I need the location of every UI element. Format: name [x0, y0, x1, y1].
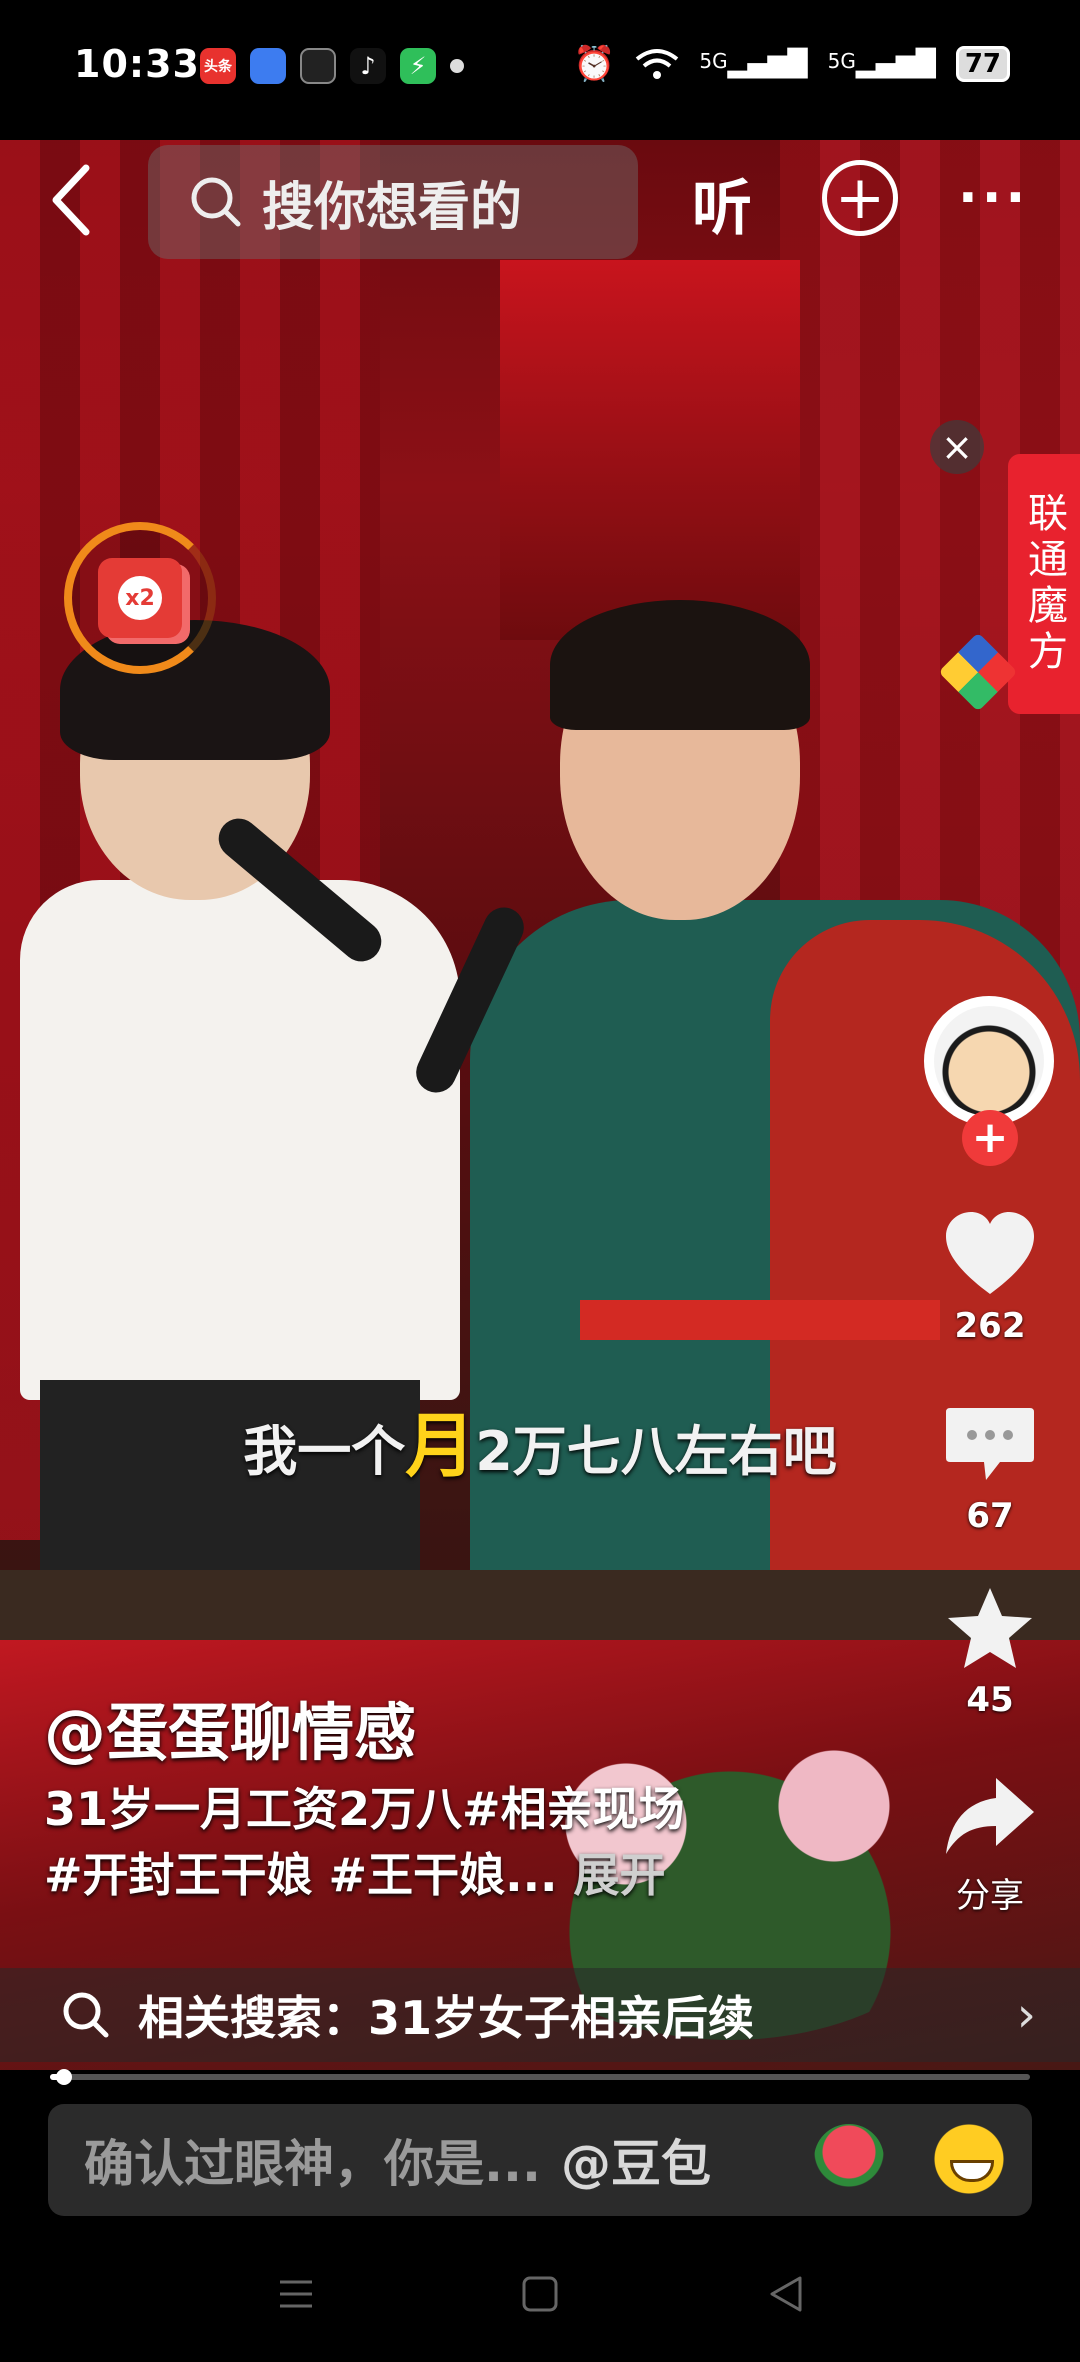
- publish-button[interactable]: +: [822, 160, 898, 236]
- red-envelope-icon: x2: [98, 558, 182, 638]
- heart-icon: [946, 1212, 1034, 1294]
- related-search-text: 相关搜索：31岁女子相亲后续: [138, 1991, 755, 2045]
- video-person-left: [20, 620, 480, 1720]
- share-arrow-icon: [946, 1778, 1034, 1854]
- status-time: 10:33: [74, 42, 200, 86]
- like-button[interactable]: 262: [926, 1210, 1054, 1346]
- search-placeholder: 搜你想看的: [262, 177, 523, 238]
- comment-count: 67: [966, 1496, 1014, 1536]
- video-subtitle: 我一个月2万七八左右吧: [243, 1405, 837, 1487]
- share-button[interactable]: 分享: [926, 1772, 1054, 1917]
- status-indicators: ⏰ 5G▂▄▆█ 5G▂▄▆█ 77: [573, 44, 1010, 84]
- tiktok-icon: ♪: [350, 48, 386, 84]
- signal-2-icon: 5G▂▄▆█: [827, 49, 936, 79]
- progress-knob[interactable]: [56, 2069, 72, 2085]
- grin-emoji-icon[interactable]: [934, 2124, 1004, 2194]
- related-search-bar[interactable]: 相关搜索：31岁女子相亲后续 ›: [0, 1968, 1080, 2062]
- subtitle-highlight: 月: [405, 1405, 476, 1487]
- search-input[interactable]: 搜你想看的: [148, 145, 638, 259]
- author-name[interactable]: @蛋蛋聊情感: [44, 1682, 416, 1772]
- toutiao-icon: 头条: [200, 48, 236, 84]
- stage-backdrop: [500, 260, 800, 640]
- multiplier-badge: x2: [118, 576, 162, 620]
- avatar-image: [934, 1006, 1044, 1116]
- rose-emoji-icon[interactable]: [814, 2124, 884, 2194]
- comment-placeholder: 确认过眼神，你是...: [84, 2135, 541, 2193]
- stage-railing: [0, 1570, 1080, 1640]
- star-icon: [948, 1588, 1032, 1668]
- status-app-icons: 头条 ♪ ⚡: [200, 48, 464, 84]
- security-icon: ⚡: [400, 48, 436, 84]
- search-icon: [63, 1992, 109, 2038]
- video-caption[interactable]: 31岁一月工资2万八#相亲现场 #开封王干娘 #王干娘... 展开: [44, 1776, 864, 1908]
- plus-icon: +: [971, 1112, 1009, 1163]
- system-nav-bar: [0, 2240, 1080, 2362]
- caption-line-2: #开封王干娘 #王干娘...: [44, 1848, 558, 1902]
- close-icon: ×: [941, 425, 973, 469]
- battery-indicator: 77: [955, 46, 1010, 82]
- signal-1-icon: 5G▂▄▆█: [699, 49, 808, 79]
- listen-button[interactable]: 听: [692, 160, 752, 247]
- comment-input[interactable]: 确认过眼神，你是... @豆包: [48, 2104, 1032, 2216]
- video-progress-bar[interactable]: [50, 2069, 1030, 2085]
- search-icon: [191, 177, 241, 227]
- chevron-left-icon: [52, 164, 90, 236]
- status-bar: 10:33 头条 ♪ ⚡ ⏰ 5G▂▄▆█ 5G▂▄▆█ 77: [0, 0, 1080, 140]
- ad-label: 联通魔方: [1021, 492, 1067, 676]
- ad-banner[interactable]: 联通魔方: [1008, 454, 1080, 714]
- ellipsis-icon: ···: [958, 168, 1030, 228]
- wifi-icon: [636, 49, 679, 79]
- more-notifications-dot: [450, 59, 464, 73]
- share-label: 分享: [956, 1876, 1024, 1916]
- back-button[interactable]: [44, 160, 104, 240]
- favorite-button[interactable]: 45: [926, 1584, 1054, 1720]
- chevron-right-icon: ›: [1016, 1987, 1036, 2043]
- home-square-icon[interactable]: [520, 2274, 560, 2314]
- author-avatar[interactable]: [924, 996, 1054, 1126]
- ad-close-button[interactable]: ×: [930, 420, 984, 474]
- back-triangle-icon[interactable]: [766, 2274, 806, 2314]
- caption-line-1: 31岁一月工资2万八#相亲现场: [44, 1782, 685, 1836]
- red-packet-timer[interactable]: x2: [64, 522, 216, 674]
- like-count: 262: [954, 1306, 1026, 1346]
- menu-icon[interactable]: [276, 2274, 316, 2314]
- favorite-count: 45: [966, 1680, 1014, 1720]
- mention-doubao[interactable]: @豆包: [561, 2124, 711, 2196]
- app-blue-icon: [250, 48, 286, 84]
- plus-icon: +: [834, 163, 886, 233]
- follow-button[interactable]: +: [962, 1110, 1018, 1166]
- more-options-button[interactable]: ···: [958, 168, 1029, 228]
- app-dark-icon: [300, 48, 336, 84]
- expand-link[interactable]: 展开: [574, 1848, 666, 1902]
- alarm-icon: ⏰: [573, 44, 616, 84]
